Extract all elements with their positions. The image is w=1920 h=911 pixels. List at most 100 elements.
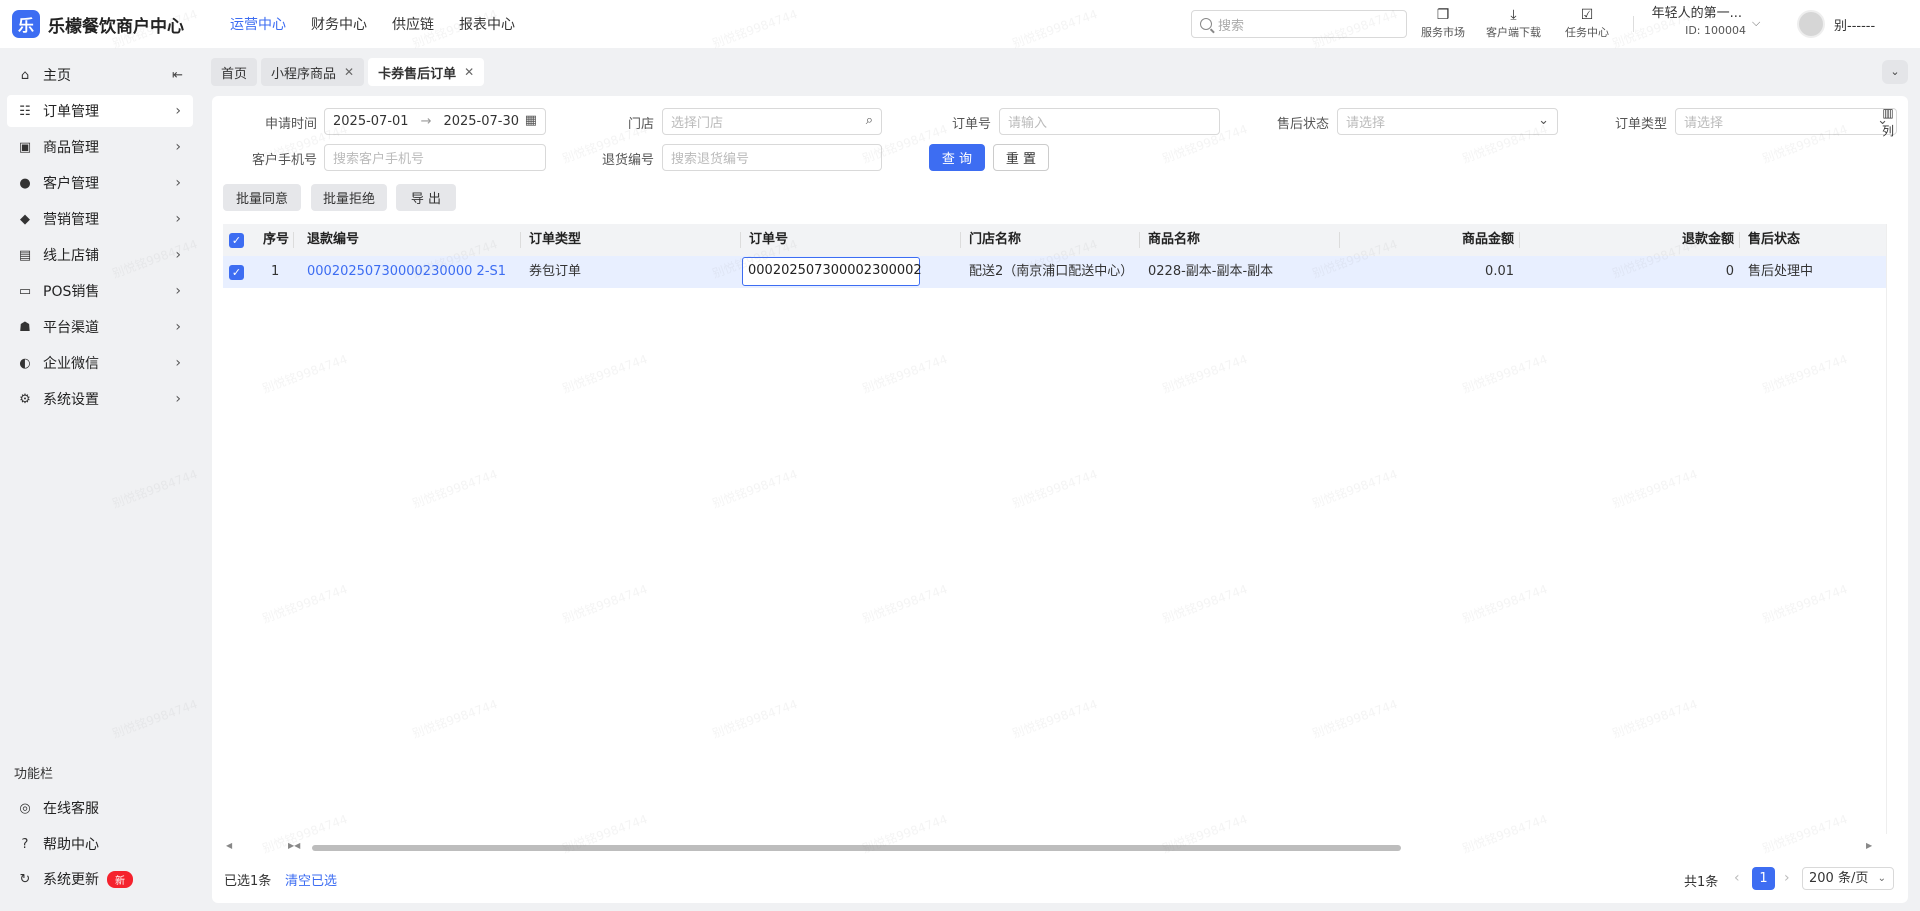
column-divider <box>740 232 741 248</box>
return-no-input[interactable]: 搜索退货编号 <box>662 144 882 171</box>
scroll-right-icon[interactable]: ▶ <box>1866 841 1872 850</box>
scroll-left-icon[interactable]: ◀ <box>226 841 232 850</box>
tabs-more-chevron-down-icon[interactable]: ⌄ <box>1882 60 1908 84</box>
user-icon: ● <box>19 175 31 191</box>
order-type-placeholder: 请选择 <box>1684 116 1724 131</box>
chevron-down-icon[interactable]: ⌵ <box>1752 16 1760 30</box>
phone-label: 客户手机号 <box>251 153 317 168</box>
close-icon[interactable]: ✕ <box>464 65 474 79</box>
global-search-input[interactable]: 搜索 <box>1191 10 1407 38</box>
client-download-button[interactable]: ⤓ 客户端下载 <box>1486 6 1541 40</box>
batch-agree-button[interactable]: 批量同意 <box>223 184 301 211</box>
export-button[interactable]: 导 出 <box>396 184 456 211</box>
batch-reject-button[interactable]: 批量拒绝 <box>311 184 387 211</box>
search-icon <box>1200 18 1212 30</box>
topnav-reports[interactable]: 报表中心 <box>459 14 515 34</box>
sidebar-item-platform-channels[interactable]: ☗ 平台渠道 › <box>7 311 193 343</box>
sidebar-item-wecom[interactable]: ◐ 企业微信 › <box>7 347 193 379</box>
sidebar-item-label: 客户管理 <box>43 176 99 192</box>
apply-time-label: 申请时间 <box>264 117 317 132</box>
collapse-sidebar-icon[interactable]: ⇤ <box>172 68 183 83</box>
topnav-operations[interactable]: 运营中心 <box>230 14 286 34</box>
user-name[interactable]: 别------ <box>1834 15 1875 34</box>
func-item-label: 帮助中心 <box>43 837 99 853</box>
account-switcher[interactable]: 年轻人的第一... ID: 100004 <box>1646 5 1764 39</box>
next-page-icon[interactable]: › <box>1784 870 1790 886</box>
sidebar-item-orders[interactable]: ☷ 订单管理 › <box>7 95 193 127</box>
store-select[interactable]: 选择门店 ⌕ <box>662 108 882 135</box>
chevron-down-icon: ⌄ <box>1538 113 1549 128</box>
tab-home[interactable]: 首页 <box>211 58 258 86</box>
calendar-icon: ▦ <box>524 113 537 128</box>
sidebar-item-marketing[interactable]: ◆ 营销管理 › <box>7 203 193 235</box>
sidebar-item-online-store[interactable]: ▤ 线上店铺 › <box>7 239 193 271</box>
aftersale-status-label: 售后状态 <box>1276 117 1329 132</box>
sidebar-item-home[interactable]: ⌂ 主页 ⇤ <box>7 59 193 91</box>
reset-button[interactable]: 重 置 <box>993 144 1049 171</box>
task-center-button[interactable]: ☑ 任务中心 <box>1565 6 1609 40</box>
refund-no-link[interactable]: 00020250730000230000 2-S1 <box>307 256 506 288</box>
chevron-right-icon: › <box>175 139 181 155</box>
table-row[interactable]: ✓ 1 00020250730000230000 2-S1 券包订单 00020… <box>223 256 1886 288</box>
goods-icon: ▣ <box>18 139 32 155</box>
sidebar-item-customers[interactable]: ● 客户管理 › <box>7 167 193 199</box>
page-size-select[interactable]: 200 条/页 ⌄ <box>1802 867 1894 890</box>
scroll-lr-icon[interactable]: ▶◀ <box>288 841 300 850</box>
order-no-label: 订单号 <box>951 117 991 132</box>
help-icon: ? <box>21 836 29 852</box>
horizontal-scrollbar[interactable] <box>312 845 1401 851</box>
top-nav: 运营中心 财务中心 供应链 报表中心 <box>230 14 540 34</box>
table-right-edge <box>1886 224 1887 834</box>
sidebar-item-label: 订单管理 <box>43 104 99 120</box>
select-all-checkbox[interactable]: ✓ <box>229 233 244 248</box>
phone-input[interactable]: 搜索客户手机号 <box>324 144 546 171</box>
selected-count: 已选1条 <box>224 874 272 889</box>
help-center-link[interactable]: ? 帮助中心 <box>7 828 193 860</box>
query-button[interactable]: 查 询 <box>929 144 985 171</box>
bank-icon: ☗ <box>19 319 31 335</box>
order-no-cell[interactable]: 000202507300002300002 <box>742 257 922 286</box>
sidebar-item-label: 商品管理 <box>43 140 99 156</box>
close-icon[interactable]: ✕ <box>344 65 354 79</box>
prev-page-icon[interactable]: ‹ <box>1734 870 1740 886</box>
system-update-link[interactable]: ↻ 系统更新 新 <box>7 863 193 895</box>
row-checkbox[interactable]: ✓ <box>229 265 244 280</box>
service-market-button[interactable]: ❐ 服务市场 <box>1421 6 1465 40</box>
date-range-picker[interactable]: 2025-07-01 → 2025-07-30 ▦ <box>324 108 546 135</box>
tab-label: 小程序商品 <box>271 66 337 82</box>
col-index: 序号 <box>263 232 290 247</box>
account-id: ID: 100004 <box>1685 24 1746 37</box>
sidebar-item-settings[interactable]: ⚙ 系统设置 › <box>7 383 193 415</box>
order-type-select[interactable]: 请选择 ⌄ <box>1675 108 1897 135</box>
col-status: 售后状态 <box>1748 232 1801 247</box>
column-divider <box>1339 232 1340 248</box>
goods-amount-cell: 0.01 <box>1485 264 1514 279</box>
sidebar-item-goods[interactable]: ▣ 商品管理 › <box>7 131 193 163</box>
tab-mini-program-goods[interactable]: 小程序商品 ✕ <box>261 58 365 86</box>
order-type-label: 订单类型 <box>1614 117 1667 132</box>
sidebar-item-pos-sales[interactable]: ▭ POS销售 › <box>7 275 193 307</box>
sidebar-item-label: 主页 <box>43 68 71 84</box>
order-no-placeholder: 请输入 <box>1008 116 1048 131</box>
avatar[interactable] <box>1797 10 1825 38</box>
total-count: 共1条 <box>1684 875 1719 890</box>
sidebar-item-label: 企业微信 <box>43 356 99 372</box>
order-no-input[interactable]: 请输入 <box>999 108 1220 135</box>
app-logo[interactable]: 乐 乐檬餐饮商户中心 <box>12 10 212 38</box>
column-settings-label: 列 <box>1881 124 1894 138</box>
headset-icon: ◎ <box>19 800 31 816</box>
page-1-button[interactable]: 1 <box>1752 867 1775 890</box>
online-service-link[interactable]: ◎ 在线客服 <box>7 792 193 824</box>
column-settings-button[interactable]: ▥ 列 <box>1878 104 1898 140</box>
aftersale-status-select[interactable]: 请选择 ⌄ <box>1337 108 1558 135</box>
topnav-supply-chain[interactable]: 供应链 <box>392 14 434 34</box>
sidebar-item-label: 线上店铺 <box>43 248 99 264</box>
sidebar-item-label: POS销售 <box>43 284 100 300</box>
chevron-right-icon: › <box>175 211 181 227</box>
sidebar-item-label: 营销管理 <box>43 212 99 228</box>
topnav-finance[interactable]: 财务中心 <box>311 14 367 34</box>
tab-coupon-aftersale-orders[interactable]: 卡券售后订单 ✕ <box>368 58 485 86</box>
table-header: ✓ 序号 退款编号 订单类型 订单号 门店名称 商品名称 商品金额 退款金额 售… <box>223 224 1886 256</box>
clear-selection-link[interactable]: 清空已选 <box>285 870 337 889</box>
function-bar-title: 功能栏 <box>14 767 54 782</box>
